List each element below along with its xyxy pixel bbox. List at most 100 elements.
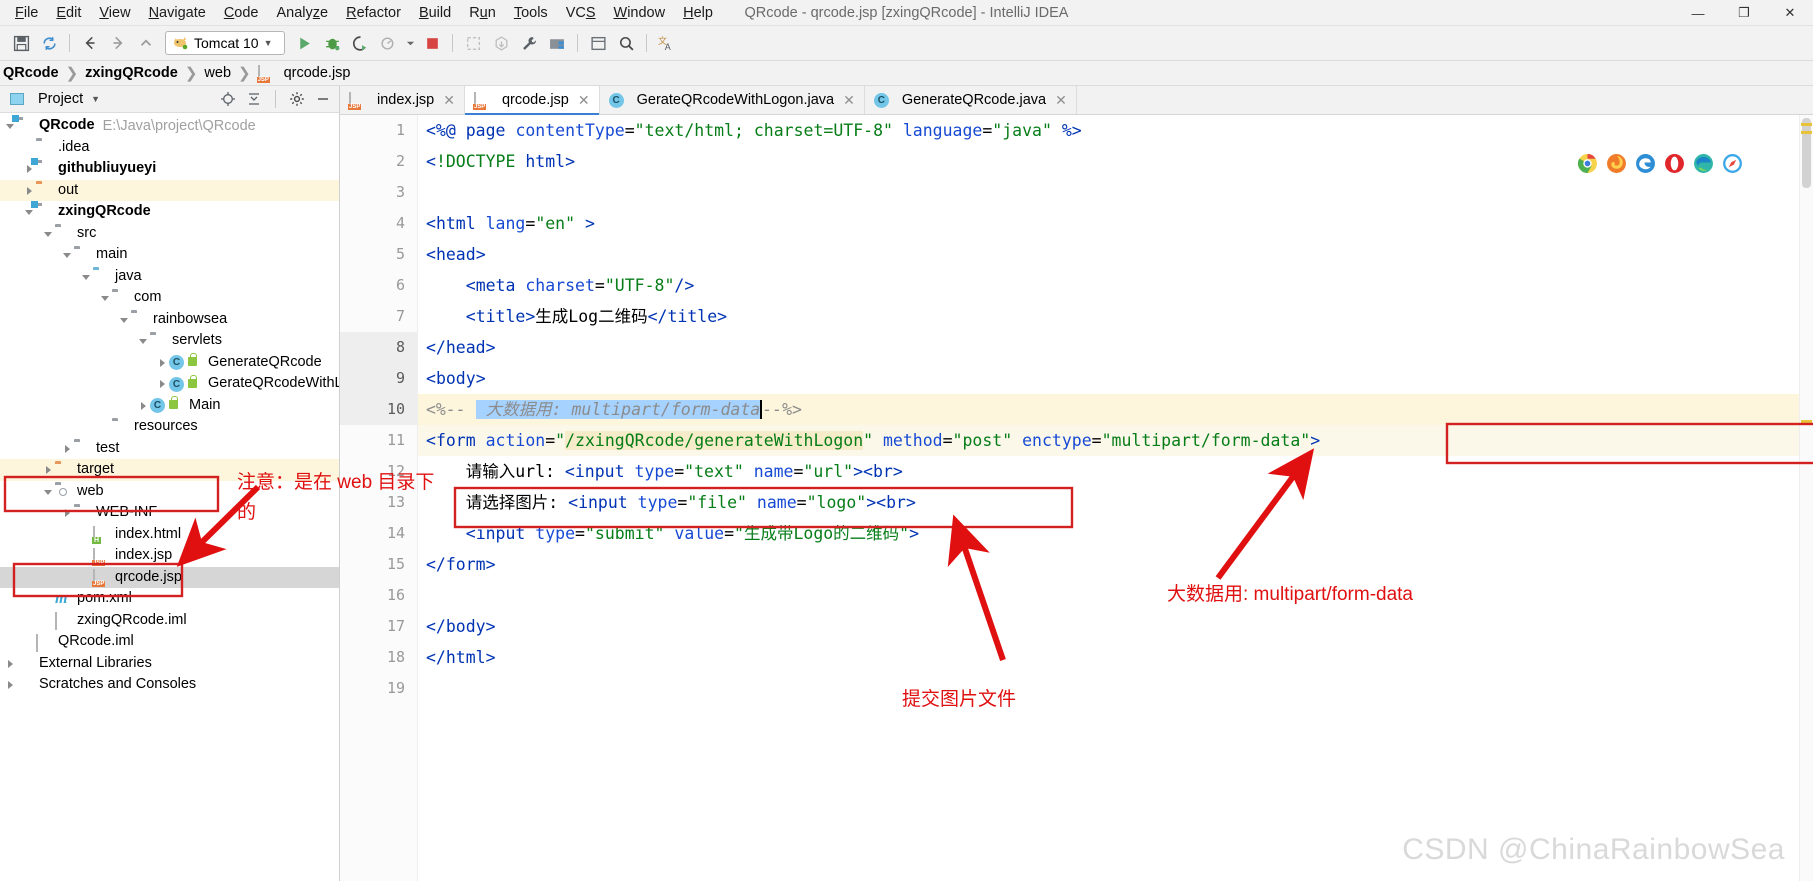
scrollbar-thumb[interactable] [1802, 118, 1811, 188]
breadcrumb-item-1[interactable]: zxingQRcode [82, 65, 181, 81]
menu-code[interactable]: Code [215, 1, 268, 25]
build-wrench-icon[interactable] [516, 30, 542, 56]
locate-icon[interactable] [218, 89, 238, 109]
tree-item-com[interactable]: com [0, 287, 339, 309]
tree-expand-toggle-icon[interactable] [80, 270, 93, 283]
hide-panel-icon[interactable] [313, 89, 333, 109]
tree-item-githubliuyueyi[interactable]: githubliuyueyi [0, 158, 339, 180]
breadcrumb-item-2[interactable]: web [201, 65, 234, 81]
tree-item-qrcode[interactable]: QRcode E:\Java\project\QRcode [0, 115, 339, 137]
tree-item-servlets[interactable]: servlets [0, 330, 339, 352]
tree-item-src[interactable]: src [0, 223, 339, 245]
tree-expand-toggle-icon[interactable] [23, 184, 36, 197]
tree-item-resources[interactable]: resources [0, 416, 339, 438]
tree-item-out[interactable]: out [0, 179, 339, 201]
editor-scrollbar[interactable] [1799, 115, 1813, 881]
search-icon[interactable] [613, 30, 639, 56]
tree-item-web-inf[interactable]: WEB-INF [0, 502, 339, 524]
menu-refactor[interactable]: Refactor [337, 1, 410, 25]
run-icon[interactable] [291, 30, 317, 56]
edge-icon[interactable] [1693, 153, 1714, 174]
tree-expand-toggle-icon[interactable] [42, 485, 55, 498]
stop-icon[interactable] [419, 30, 445, 56]
menu-window[interactable]: Window [605, 1, 675, 25]
menu-edit[interactable]: Edit [47, 1, 90, 25]
tree-expand-toggle-icon[interactable] [99, 291, 112, 304]
opera-icon[interactable] [1664, 153, 1685, 174]
code-content[interactable]: <%@ page contentType="text/html; charset… [418, 115, 1813, 881]
tree-expand-toggle-icon[interactable] [42, 227, 55, 240]
ui-designer-icon[interactable] [585, 30, 611, 56]
tree-item--idea[interactable]: .idea [0, 137, 339, 159]
code-editor[interactable]: 1 2 3 4 5 6 7 8 9 10 11 12 13 14 15 16 17 18 19 <%@ page c… [340, 115, 1813, 881]
tree-item-zxingqrcode-iml[interactable]: zxingQRcode.iml [0, 610, 339, 632]
tree-expand-toggle-icon[interactable] [137, 399, 150, 412]
tree-item-test[interactable]: test [0, 438, 339, 460]
tree-item-java[interactable]: java [0, 266, 339, 288]
tree-item-external-libraries[interactable]: External Libraries [0, 653, 339, 675]
editor-tab-index-jsp[interactable]: index.jsp ✕ [340, 86, 465, 114]
settings-gear-icon[interactable] [287, 89, 307, 109]
tree-item-generateqrcode[interactable]: C GenerateQRcode [0, 352, 339, 374]
browser-launch-bar[interactable] [1577, 153, 1743, 174]
close-icon[interactable]: ✕ [578, 92, 590, 109]
tree-expand-toggle-icon[interactable] [118, 313, 131, 326]
breadcrumb-item-3[interactable]: qrcode.jsp [255, 65, 354, 83]
tree-item-target[interactable]: target [0, 459, 339, 481]
tree-expand-toggle-icon[interactable] [61, 442, 74, 455]
tree-expand-toggle-icon[interactable] [4, 678, 17, 691]
translate-icon[interactable]: 文A [654, 30, 680, 56]
tree-item-zxingqrcode[interactable]: zxingQRcode [0, 201, 339, 223]
tree-item-web[interactable]: web [0, 481, 339, 503]
sync-icon[interactable] [36, 30, 62, 56]
update-app-icon[interactable] [488, 30, 514, 56]
chevron-down-icon[interactable] [403, 30, 417, 56]
tree-expand-toggle-icon[interactable] [137, 334, 150, 347]
tree-expand-toggle-icon[interactable] [61, 506, 74, 519]
tree-item-qrcode-iml[interactable]: QRcode.iml [0, 631, 339, 653]
editor-tab-gerateqrcodewithlogon-java[interactable]: C GerateQRcodeWithLogon.java ✕ [599, 86, 865, 114]
menu-navigate[interactable]: Navigate [140, 1, 215, 25]
debug-icon[interactable] [319, 30, 345, 56]
tree-item-index-html[interactable]: index.html [0, 524, 339, 546]
menu-help[interactable]: Help [674, 1, 722, 25]
breadcrumb-item-0[interactable]: QRcode [0, 65, 62, 81]
forward-arrow-icon[interactable] [105, 30, 131, 56]
menu-build[interactable]: Build [410, 1, 460, 25]
chevron-down-icon[interactable]: ▼ [91, 94, 100, 104]
tree-item-main[interactable]: C Main [0, 395, 339, 417]
run-configuration-selector[interactable]: Tomcat 10 ▼ [165, 31, 285, 55]
chrome-icon[interactable] [1577, 153, 1598, 174]
menu-run[interactable]: Run [460, 1, 505, 25]
tree-expand-toggle-icon[interactable] [42, 463, 55, 476]
up-arrow-icon[interactable] [133, 30, 159, 56]
run-coverage-icon[interactable] [347, 30, 373, 56]
tree-item-scratches-and-consoles[interactable]: Scratches and Consoles [0, 674, 339, 696]
safari-icon[interactable] [1722, 153, 1743, 174]
tree-expand-toggle-icon[interactable] [156, 377, 169, 390]
back-arrow-icon[interactable] [77, 30, 103, 56]
menu-file[interactable]: File [6, 1, 47, 25]
tree-expand-toggle-icon[interactable] [4, 657, 17, 670]
tree-item-gerateqrcodewithlogon[interactable]: C GerateQRcodeWithLogon [0, 373, 339, 395]
maximize-button[interactable]: ❐ [1721, 0, 1767, 26]
menu-tools[interactable]: Tools [505, 1, 557, 25]
tree-expand-toggle-icon[interactable] [61, 248, 74, 261]
minimize-button[interactable]: — [1675, 0, 1721, 26]
project-structure-icon[interactable] [544, 30, 570, 56]
menu-analyze[interactable]: Analyze [268, 1, 338, 25]
tree-item-rainbowsea[interactable]: rainbowsea [0, 309, 339, 331]
project-tree[interactable]: QRcode E:\Java\project\QRcode .idea githubl… [0, 113, 339, 881]
close-icon[interactable]: ✕ [1055, 92, 1067, 109]
edge-legacy-icon[interactable] [1635, 153, 1656, 174]
editor-tab-qrcode-jsp[interactable]: qrcode.jsp ✕ [464, 86, 600, 115]
close-button[interactable]: ✕ [1767, 0, 1813, 26]
tree-item-main[interactable]: main [0, 244, 339, 266]
deploy-icon[interactable] [460, 30, 486, 56]
editor-tab-generateqrcode-java[interactable]: C GenerateQRcode.java ✕ [864, 86, 1077, 114]
collapse-all-icon[interactable] [244, 89, 264, 109]
scroll-marker-warning[interactable] [1801, 123, 1812, 126]
chevron-down-icon[interactable]: ▼ [264, 38, 273, 48]
tree-item-qrcode-jsp[interactable]: qrcode.jsp [0, 566, 339, 588]
menu-view[interactable]: View [90, 1, 139, 25]
